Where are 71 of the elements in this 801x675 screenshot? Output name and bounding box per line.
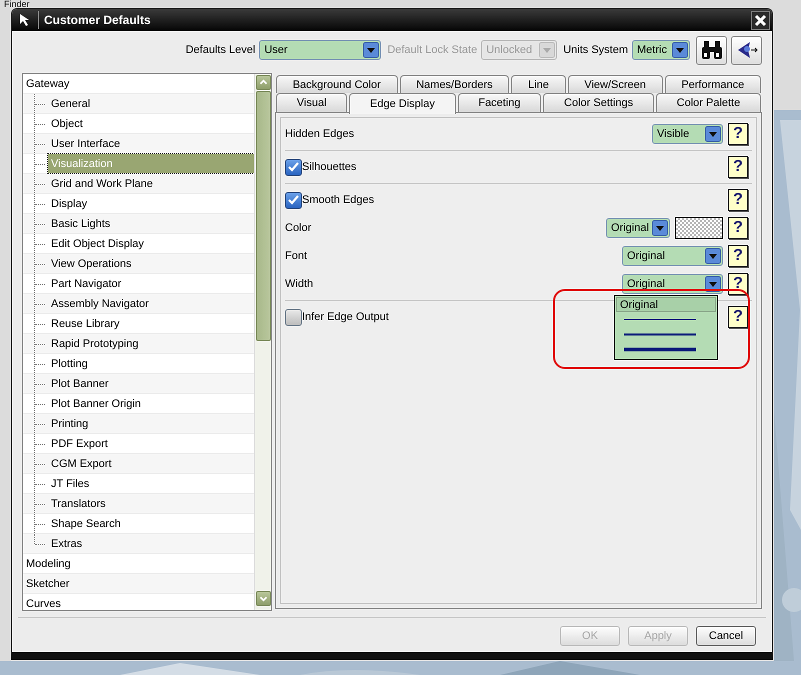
binoculars-button[interactable] (696, 36, 727, 64)
tree-item[interactable]: Shape Search (48, 516, 124, 530)
checkbox[interactable] (285, 158, 302, 176)
scroll-up-icon[interactable] (256, 75, 271, 90)
setting-label: Hidden Edges (285, 128, 354, 140)
tree-item[interactable]: Plotting (48, 356, 91, 370)
dropdown-option[interactable]: Original (616, 297, 716, 312)
tab[interactable]: Color Palette (656, 93, 761, 112)
tab[interactable]: Edge Display (349, 93, 456, 114)
tree-item[interactable]: Basic Lights (48, 216, 114, 230)
tab[interactable]: Color Settings (543, 93, 654, 112)
dropdown[interactable]: User (259, 40, 382, 60)
tab[interactable]: View/Screen (568, 75, 663, 93)
tab[interactable]: Faceting (458, 93, 542, 112)
checkbox[interactable] (285, 308, 302, 326)
help-button[interactable]: ? (728, 217, 748, 239)
dropdown[interactable]: Original (622, 274, 723, 294)
tree-item[interactable]: Gateway (23, 76, 72, 90)
scrollbar-thumb[interactable] (256, 91, 271, 341)
setting-label: Font (285, 250, 308, 262)
tab[interactable]: Line (511, 75, 566, 93)
tree-item[interactable]: Modeling (23, 556, 74, 570)
scroll-down-icon[interactable] (256, 591, 271, 606)
tree-item[interactable]: Translators (48, 496, 109, 510)
help-button[interactable]: ? (728, 306, 748, 328)
tree-item[interactable]: General (48, 96, 94, 110)
line-width-icon (624, 347, 696, 352)
dialog-button[interactable]: Cancel (696, 626, 756, 646)
color-swatch[interactable] (675, 217, 723, 239)
close-button[interactable] (751, 10, 770, 30)
scrollbar[interactable] (254, 74, 271, 610)
setting-label: Smooth Edges (302, 194, 374, 206)
setting-label: Infer Edge Output (302, 311, 389, 323)
tree-item[interactable]: Edit Object Display (48, 236, 147, 250)
setting-label: Width (285, 278, 314, 290)
tree-item[interactable]: Display (48, 196, 90, 210)
field-label: Units System (563, 44, 628, 56)
field-label: Defaults Level (186, 44, 256, 56)
tree-item[interactable]: PDF Export (48, 436, 111, 450)
navigator-button[interactable] (731, 36, 762, 64)
tab[interactable]: Background Color (276, 75, 398, 93)
tree-item[interactable]: Extras (48, 536, 86, 550)
help-button[interactable]: ? (728, 245, 748, 267)
dropdown[interactable]: Original (622, 246, 723, 266)
tab[interactable]: Performance (664, 75, 762, 93)
tree-item[interactable]: Reuse Library (48, 316, 122, 330)
help-button[interactable]: ? (728, 189, 748, 211)
tree-item[interactable]: Plot Banner (48, 376, 112, 390)
field-label: Default Lock State (387, 44, 478, 56)
tree-item[interactable]: Curves (23, 596, 64, 610)
close-icon (754, 14, 767, 26)
tree-item[interactable]: Printing (48, 416, 92, 430)
app-title: Finder (4, 0, 30, 8)
dropdown[interactable]: Original (606, 218, 670, 238)
binoculars-icon (700, 39, 724, 61)
tree-item[interactable]: Sketcher (23, 576, 72, 590)
help-button[interactable]: ? (728, 156, 748, 178)
tree-item[interactable]: JT Files (48, 476, 92, 490)
tab[interactable]: Names/Borders (400, 75, 510, 93)
tree-item[interactable]: Part Navigator (48, 276, 124, 290)
tree-item[interactable]: Plot Banner Origin (48, 396, 144, 410)
checkbox[interactable] (285, 192, 302, 208)
help-button[interactable]: ? (728, 273, 748, 295)
tree-item[interactable]: Object (48, 116, 86, 130)
setting-label: Silhouettes (302, 161, 356, 173)
setting-label: Color (285, 222, 312, 234)
dropdown[interactable]: Metric (632, 40, 690, 60)
window-title: Customer Defaults (44, 13, 152, 27)
help-button[interactable]: ? (728, 123, 748, 145)
dropdown[interactable]: Visible (652, 124, 723, 144)
tab[interactable]: Visual (276, 93, 348, 112)
